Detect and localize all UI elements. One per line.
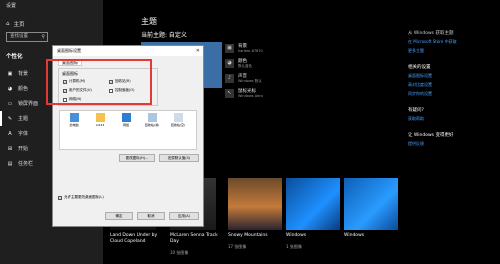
theme-count: 1 张图像	[286, 244, 302, 249]
nav-item-label: 锁屏界面	[18, 101, 39, 107]
picture-icon: ▣	[225, 44, 234, 53]
theme-tile[interactable]	[344, 178, 398, 230]
prop-background[interactable]: ▣ 背景 harlem-87670	[225, 44, 315, 54]
prop-sub: 默认蓝色	[238, 64, 252, 68]
nav-item-label: 主题	[18, 116, 29, 122]
icon-item[interactable]: 回收站(满)	[141, 113, 163, 127]
checkbox-box: ✓	[58, 195, 62, 200]
speaker-icon: ♪	[225, 74, 234, 83]
picture-icon: ▣	[7, 70, 13, 77]
ok-button[interactable]: 确定	[105, 212, 133, 220]
right-panel: 从 Windows 获取主题 在 Microsoft Store 中获取 更多主…	[408, 30, 498, 150]
brush-icon: ✎	[7, 115, 13, 122]
nav-item-label: 任务栏	[18, 161, 34, 167]
icon-label: 回收站(空)	[170, 123, 186, 127]
desktop-icon-settings-link[interactable]: 桌面图标设置	[408, 73, 498, 79]
recycle-bin-full-icon	[147, 113, 157, 122]
theme-name: Land Down Under by Cloud Copeland	[110, 233, 158, 244]
nav-item-label: 字体	[18, 131, 29, 137]
prop-sub: Windows Aero	[238, 94, 263, 98]
prop-sub: Windows 默认	[238, 79, 262, 83]
restore-default-button[interactable]: 还原默认值(S)	[159, 154, 199, 162]
allow-themes-change-icons-checkbox[interactable]: ✓ 允许主题更改桌面图标(L)	[58, 195, 104, 200]
dialog-title: 桌面图标设置	[57, 48, 81, 53]
current-theme-label: 当前主题: 自定义	[141, 32, 187, 39]
icon-item[interactable]: 回收站(空)	[167, 113, 189, 127]
home-icon: ⌂	[6, 21, 10, 27]
icon-label: 回收站(满)	[144, 123, 160, 127]
nav-item-label: 背景	[18, 71, 29, 77]
theme-count: 10 张图像	[170, 250, 189, 255]
page-title: 主题	[141, 17, 157, 26]
palette-icon: ◕	[225, 59, 234, 68]
user-folder-icon	[95, 113, 105, 122]
taskbar-icon: ▤	[7, 160, 13, 167]
improve-heading: 让 Windows 变得更好	[408, 133, 454, 138]
theme-name: Windows	[286, 233, 307, 238]
dialog-titlebar: 桌面图标设置 ✕	[53, 46, 203, 56]
search-icon: ⚲	[41, 34, 45, 40]
theme-name: Snowy Mountains	[228, 233, 268, 238]
palette-icon: ◕	[7, 85, 13, 92]
network-icon	[121, 113, 131, 122]
theme-count: 17 张图像	[228, 244, 247, 249]
recycle-bin-empty-icon	[173, 113, 183, 122]
help-link[interactable]: 获取帮助	[408, 116, 498, 122]
theme-tile[interactable]	[286, 178, 340, 230]
search-placeholder: 查找设置	[10, 34, 28, 39]
prop-cursor[interactable]: ↖ 鼠标光标 Windows Aero	[225, 89, 315, 99]
close-icon[interactable]: ✕	[196, 46, 200, 56]
nav-item-label: 颜色	[18, 86, 29, 92]
theme-properties: ▣ 背景 harlem-87670 ◕ 颜色 默认蓝色 ♪ 声音 Windows 默认…	[225, 44, 315, 104]
theme-name: Windows	[344, 233, 365, 238]
app-title: 设置	[6, 3, 17, 9]
icon-label: 此电脑	[69, 123, 79, 127]
sync-settings-link[interactable]: 同步你的设置	[408, 91, 498, 97]
search-input[interactable]: 查找设置 ⚲	[6, 32, 48, 42]
theme-name: McLaren Senna Track Day	[170, 233, 218, 244]
high-contrast-link[interactable]: 高对比度设置	[408, 82, 498, 88]
icon-item[interactable]: 此电脑	[63, 113, 85, 127]
prop-sound[interactable]: ♪ 声音 Windows 默认	[225, 74, 315, 84]
icon-item[interactable]: Ai123	[89, 113, 111, 127]
prop-sub: harlem-87670	[238, 49, 263, 53]
get-themes-heading: 从 Windows 获取主题	[408, 31, 454, 36]
start-icon: ⊞	[7, 145, 13, 152]
nav-home-label: 主页	[13, 22, 25, 28]
cursor-icon: ↖	[225, 89, 234, 98]
question-heading: 有疑问?	[408, 108, 424, 113]
related-heading: 相关的设置	[408, 65, 431, 70]
section-heading: 个性化	[6, 54, 23, 60]
apply-button[interactable]: 应用(A)	[169, 212, 199, 220]
icon-label: Ai123	[95, 123, 105, 127]
feedback-link[interactable]: 提供反馈	[408, 141, 498, 147]
font-icon: A	[8, 130, 12, 137]
checkbox-label: 允许主题更改桌面图标(L)	[64, 195, 104, 199]
icon-preview-list: 此电脑 Ai123 网络 回收站(满) 回收站(空)	[59, 110, 197, 150]
change-icon-button[interactable]: 更改图标(H)...	[119, 154, 155, 162]
prop-color[interactable]: ◕ 颜色 默认蓝色	[225, 59, 315, 69]
store-link[interactable]: 在 Microsoft Store 中获取	[408, 39, 498, 45]
icon-item[interactable]: 网络	[115, 113, 137, 127]
nav-home[interactable]: ⌂ 主页	[6, 20, 25, 28]
nav-item-label: 开始	[18, 146, 29, 152]
computer-icon	[69, 113, 79, 122]
cancel-button[interactable]: 取消	[137, 212, 165, 220]
lock-screen-icon: ▭	[7, 100, 13, 107]
highlight-annotation	[46, 59, 152, 105]
more-themes-link[interactable]: 更多主题	[408, 48, 498, 54]
icon-label: 网络	[122, 123, 129, 127]
theme-tile[interactable]	[228, 178, 282, 230]
